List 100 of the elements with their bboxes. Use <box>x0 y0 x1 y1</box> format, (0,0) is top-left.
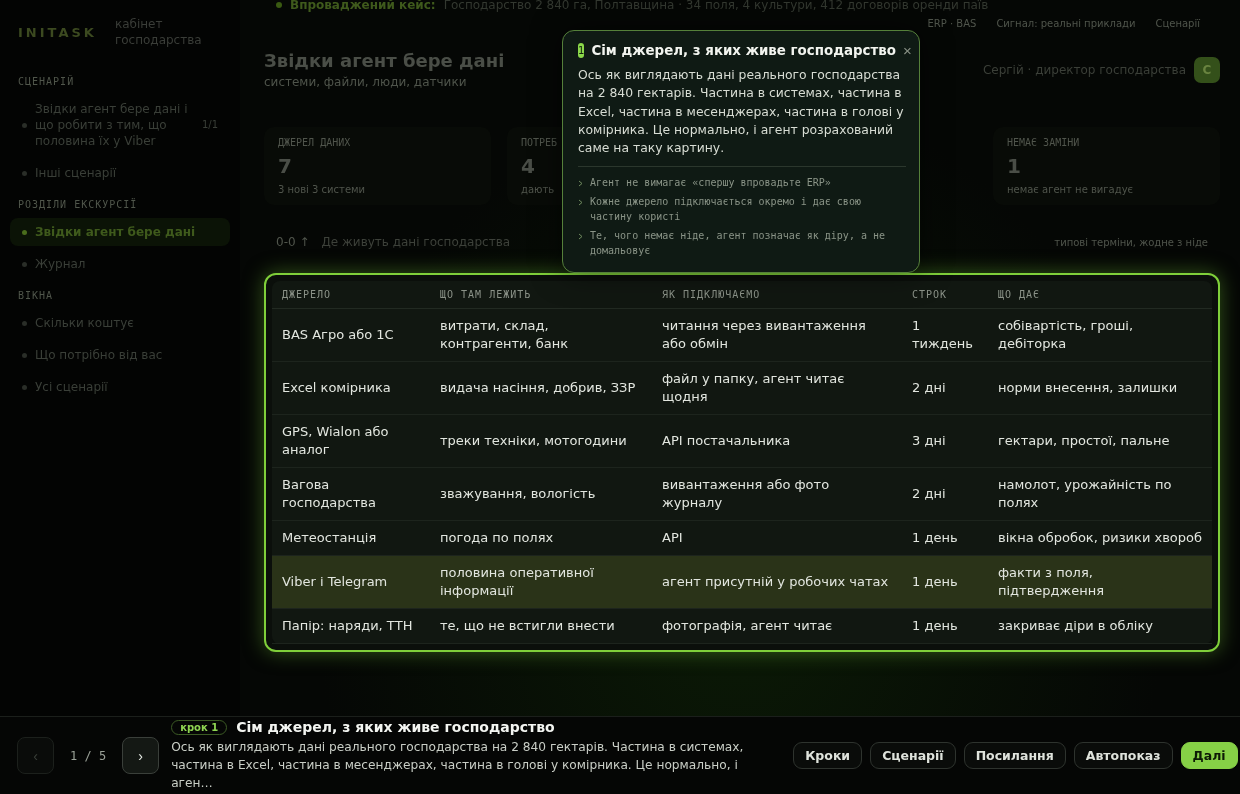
table-row[interactable]: Вагова господарства зважування, вологість вивантаження або фото журналу 2 дні намолот, урожайність по полях <box>272 467 1212 521</box>
sidebar-item-label: Усі сценарії <box>35 379 109 395</box>
table-cell: зважування, вологість <box>430 467 652 521</box>
table-cell: API постачальника <box>652 414 902 468</box>
page-subtitle: системи, файли, люди, датчики <box>264 75 468 89</box>
table-cell: 1 день <box>902 520 988 556</box>
stat-label: НЕМАЄ ЗАМІНИ <box>1007 137 1081 148</box>
tour-button[interactable]: Автопоказ <box>1073 742 1173 769</box>
column-header: ЩО ТАМ ЛЕЖИТЬ <box>430 281 652 309</box>
status-dot-icon <box>276 2 282 8</box>
sidebar-item-label: Інші сценарії <box>35 165 118 181</box>
table-cell: вікна обробок, ризики хвороб <box>988 520 1212 556</box>
stat-note: немає агент не вигадує <box>1007 184 1135 195</box>
bullet-icon <box>22 122 27 128</box>
table-cell: Вагова господарства <box>272 467 430 521</box>
table-cell: API <box>652 520 902 556</box>
table-cell: те, що не встигли внести <box>430 608 652 644</box>
user-name: Сергій · директор господарства <box>982 62 1186 77</box>
table-cell: 2 дні <box>902 361 988 415</box>
table-cell: 1 тиждень <box>902 308 988 362</box>
tour-button[interactable]: Сценарії <box>870 742 956 769</box>
table-cell: погода по полях <box>430 520 652 556</box>
brand-logo: INITASK <box>18 24 97 40</box>
stat-label: ПОТРЕБ <box>521 137 559 148</box>
stat-note: 3 нові 3 системи <box>278 184 367 195</box>
page-title: Звідки агент бере дані <box>264 50 505 71</box>
table-cell: BAS Агро або 1С <box>272 308 430 362</box>
table-cell: Viber і Telegram <box>272 555 430 609</box>
table-cell: агент присутній у робочих чатах <box>652 555 902 609</box>
stat-label: ДЖЕРЕЛ ДАНИХ <box>278 137 352 148</box>
table-cell: Excel комірника <box>272 361 430 415</box>
bullet-icon <box>22 384 27 390</box>
table-cell: GPS, Wialon або аналог <box>272 414 430 468</box>
stat-value: 1 <box>1007 154 1022 178</box>
step-title: Сім джерел, з яких живе господарство <box>236 719 555 735</box>
table-row[interactable]: BAS Агро або 1С витрати, склад, контрагенти, банк читання через вивантаження або обмін 1 тиждень собівартість, гроші, дебіторка <box>272 308 1212 362</box>
step-text: Ось як виглядають дані реального господарства на 2 840 гектарів. Частина в системах, частина в Excel, частина в месенджерах, частина в голові у комірника. Це нормально, і аген… <box>171 739 745 792</box>
table-cell: намолот, урожайність по полях <box>988 467 1212 521</box>
table-row[interactable]: Папір: наряди, ТТН те, що не встигли внести фотографія, агент читає 1 день закриває діри в обліку <box>272 608 1212 644</box>
banner-label: Впроваджений кейс: <box>290 0 436 12</box>
table-cell: факти з поля, підтвердження <box>988 555 1212 609</box>
table-cell: витрати, склад, контрагенти, банк <box>430 308 652 362</box>
sidebar-item-label: Що потрібно від вас <box>35 347 164 363</box>
section-note: типові терміни, жодне з ніде <box>1054 236 1208 248</box>
step-badge: 1 <box>578 43 585 58</box>
popover-point: Те, чого немає ніде, агент позначає як діру, а не домальовує <box>590 229 886 259</box>
brand-subtitle: кабінет господарства <box>114 16 203 48</box>
tour-button[interactable]: Кроки <box>793 742 863 769</box>
sidebar-item-label: Звідки агент бере дані <box>35 224 197 240</box>
chevron-icon <box>578 180 583 188</box>
item-count: 1/1 <box>201 118 218 132</box>
table-cell: закриває діри в обліку <box>988 608 1212 644</box>
table-cell: Метеостанція <box>272 520 430 556</box>
section-title: Де живуть дані господарства <box>321 235 511 249</box>
column-header: ЯК ПІДКЛЮЧАЄМО <box>652 281 902 309</box>
column-header: ДЖЕРЕЛО <box>272 281 430 309</box>
table-cell: вивантаження або фото журналу <box>652 467 902 521</box>
sidebar-section-title: ВІКНА <box>17 289 55 303</box>
sidebar-item-label: Скільки коштує <box>35 315 135 331</box>
stat-value: 7 <box>278 154 293 178</box>
sidebar-item-label: Журнал <box>35 256 87 272</box>
table-cell: собівартість, гроші, дебіторка <box>988 308 1212 362</box>
table-row[interactable]: Excel комірника видача насіння, добрив, ЗЗР файл у папку, агент читає щодня 2 дні норми внесення, залишки <box>272 361 1212 415</box>
bullet-icon <box>22 170 27 176</box>
sidebar-section-title: РОЗДІЛИ ЕКСКУРСІЇ <box>17 197 139 212</box>
table-row[interactable]: Метеостанція погода по полях API 1 день вікна обробок, ризики хвороб <box>272 520 1212 556</box>
popover-text: Ось як виглядають дані реального господарства на 2 840 гектарів. Частина в системах, частина в Excel, частина в месенджерах, частина в голові у комірника. Це нормально, і агент розрахований саме на таку картину. <box>578 66 906 168</box>
next-button[interactable]: › <box>122 737 160 774</box>
table-cell: норми внесення, залишки <box>988 361 1212 415</box>
table-cell: 1 день <box>902 608 988 644</box>
table-cell: 2 дні <box>902 467 988 521</box>
table-cell: гектари, простої, пальне <box>988 414 1212 468</box>
stat-value: 4 <box>521 154 536 178</box>
table-cell: половина оперативної інформації <box>430 555 652 609</box>
table-cell: видача насіння, добрив, ЗЗР <box>430 361 652 415</box>
column-header: СТРОК <box>902 281 988 309</box>
bullet-icon <box>22 320 27 326</box>
close-button[interactable]: × <box>903 43 912 58</box>
chevron-icon <box>578 199 583 207</box>
sidebar-section-title: СЦЕНАРІЙ <box>17 74 76 89</box>
step-counter: 1 / 5 <box>70 748 107 763</box>
popover-title: Сім джерел, з яких живе господарство <box>591 43 896 58</box>
column-header: ЩО ДАЄ <box>988 281 1212 309</box>
table-cell: 1 день <box>902 555 988 609</box>
table-cell: 3 дні <box>902 414 988 468</box>
bullet-icon <box>22 352 27 358</box>
bullet-icon <box>22 229 27 235</box>
table-row[interactable]: Viber і Telegram половина оперативної інформації агент присутній у робочих чатах 1 день факти з поля, підтвердження <box>272 555 1212 609</box>
table-cell: фотографія, агент читає <box>652 608 902 644</box>
tour-button[interactable]: Посилання <box>963 742 1066 769</box>
table-row[interactable]: GPS, Wialon або аналог треки техніки, мотогодини API постачальника 3 дні гектари, простої, пальне <box>272 414 1212 468</box>
table-cell: Папір: наряди, ТТН <box>272 608 430 644</box>
table-cell: треки техніки, мотогодини <box>430 414 652 468</box>
chevron-icon <box>578 233 583 241</box>
section-marker: 0-0 ↑ <box>276 235 310 249</box>
popover-point: Кожне джерело підключається окремо і дає свою частину користі <box>590 195 862 225</box>
next-step-button[interactable]: Далі <box>1180 742 1238 769</box>
table-cell: файл у папку, агент читає щодня <box>652 361 902 415</box>
table-cell: читання через вивантаження або обмін <box>652 308 902 362</box>
bullet-icon <box>22 261 27 267</box>
